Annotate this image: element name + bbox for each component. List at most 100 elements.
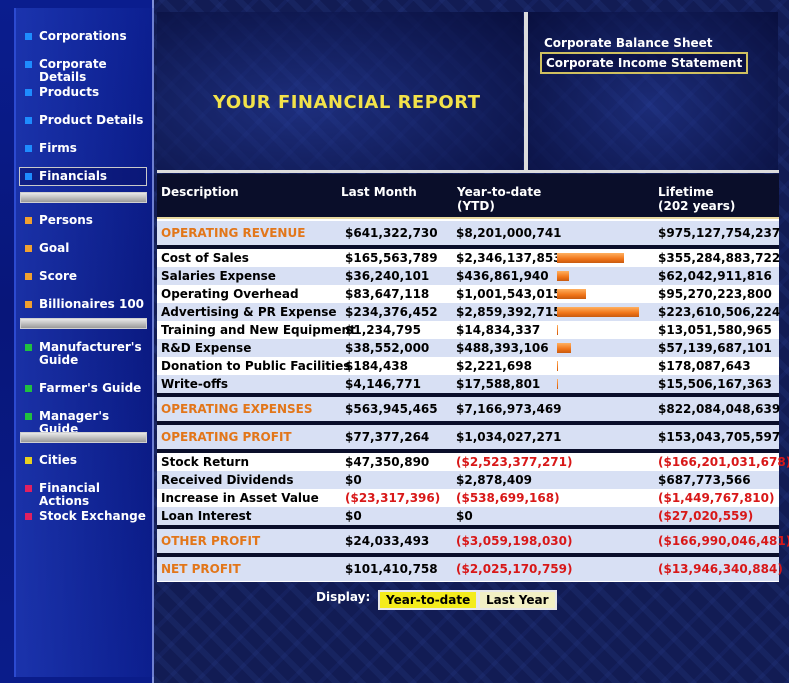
table-header: Description Last Month Year-to-date (YTD…	[157, 174, 779, 219]
bullet-icon	[25, 513, 32, 520]
table-row: Training and New Equipment $1,234,795 $1…	[157, 321, 779, 339]
bullet-icon	[25, 344, 32, 351]
ytd-value: ($3,059,198,030)	[456, 534, 573, 548]
sidebar-item-label: Product Details	[39, 113, 144, 127]
last-month-value: $77,377,264	[345, 430, 430, 444]
table-row: R&D Expense $38,552,000 $488,393,106 $57…	[157, 339, 779, 357]
ytd-value: $1,001,543,015	[456, 287, 562, 301]
last-month-value: $47,350,890	[345, 455, 430, 469]
rule	[157, 217, 779, 219]
sidebar-item-stock-exchange[interactable]: Stock Exchange	[20, 510, 148, 523]
table-row: OPERATING EXPENSES $563,945,465 $7,166,9…	[157, 397, 781, 421]
lifetime-value: $62,042,911,816	[658, 269, 772, 283]
sidebar: Corporations Corporate Details Products …	[0, 0, 156, 683]
row-label: OTHER PROFIT	[161, 534, 261, 548]
sidebar-item-goal[interactable]: Goal	[20, 242, 148, 255]
lifetime-value: $223,610,506,224	[658, 305, 781, 319]
expense-bar	[557, 271, 569, 281]
sidebar-item-score[interactable]: Score	[20, 270, 148, 283]
lifetime-value: $822,084,048,639	[658, 402, 781, 416]
ytd-value: $2,346,137,853	[456, 251, 562, 265]
year-to-date-button[interactable]: Year-to-date	[378, 590, 479, 610]
display-label: Display:	[316, 590, 371, 604]
bullet-icon	[25, 89, 32, 96]
ytd-value: $488,393,106	[456, 341, 549, 355]
expense-bar	[557, 379, 558, 389]
bullet-icon	[25, 301, 32, 308]
table-row: OTHER PROFIT $24,033,493 ($3,059,198,030…	[157, 529, 789, 553]
ytd-value: $14,834,337	[456, 323, 541, 337]
ytd-value: $17,588,801	[456, 377, 541, 391]
sidebar-item-products[interactable]: Products	[20, 86, 148, 99]
sidebar-item-label: Corporations	[39, 29, 127, 43]
report-selector-panel: Corporate Balance Sheet Corporate Income…	[528, 12, 778, 170]
bullet-icon	[25, 217, 32, 224]
ytd-value: $7,166,973,469	[456, 402, 562, 416]
sidebar-item-label: Financials	[39, 169, 108, 183]
row-label: Donation to Public Facilities	[161, 359, 351, 373]
sidebar-item-cities[interactable]: Cities	[20, 454, 148, 467]
main-area: YOUR FINANCIAL REPORT Corporate Balance …	[154, 0, 789, 683]
balance-sheet-link[interactable]: Corporate Balance Sheet	[540, 34, 717, 52]
sidebar-item-label: Farmer's Guide	[39, 381, 142, 395]
last-month-value: $83,647,118	[345, 287, 430, 301]
expense-bar	[557, 343, 571, 353]
sidebar-item-label: Billionaires 100	[39, 297, 145, 311]
sidebar-separator	[20, 192, 147, 203]
lifetime-value: $153,043,705,597	[658, 430, 781, 444]
expense-bar	[557, 361, 558, 371]
bullet-icon	[25, 61, 32, 68]
row-label: OPERATING PROFIT	[161, 430, 292, 444]
lifetime-value: ($166,201,031,678)	[658, 455, 789, 469]
sidebar-item-label: Cities	[39, 453, 78, 467]
table-row: Advertising & PR Expense $234,376,452 $2…	[157, 303, 781, 321]
sidebar-item-billionaires[interactable]: Billionaires 100	[20, 298, 148, 311]
sidebar-item-financial-actions[interactable]: Financial Actions	[20, 482, 148, 508]
ytd-value: $2,859,392,715	[456, 305, 562, 319]
row-label: Write-offs	[161, 377, 229, 391]
table-row: Salaries Expense $36,240,101 $436,861,94…	[157, 267, 779, 285]
col-header-lifetime-line2: (202 years)	[658, 199, 736, 213]
bullet-icon	[25, 385, 32, 392]
divider	[157, 170, 779, 173]
sidebar-item-manufacturers-guide[interactable]: Manufacturer's Guide	[20, 341, 148, 367]
last-year-button[interactable]: Last Year	[478, 590, 557, 610]
bullet-icon	[25, 145, 32, 152]
last-month-value: $101,410,758	[345, 562, 438, 576]
sidebar-item-corporations[interactable]: Corporations	[20, 30, 148, 43]
col-header-lifetime-line1: Lifetime	[658, 185, 714, 199]
table-row: Increase in Asset Value ($23,317,396) ($…	[157, 489, 779, 507]
col-header-last-month: Last Month	[341, 185, 417, 199]
ytd-value: $8,201,000,741	[456, 226, 562, 240]
lifetime-value: $13,051,580,965	[658, 323, 772, 337]
last-month-value: $24,033,493	[345, 534, 430, 548]
income-statement-table: Description Last Month Year-to-date (YTD…	[157, 174, 789, 582]
col-header-ytd-line1: Year-to-date	[457, 185, 542, 199]
lifetime-value: $355,284,883,722	[658, 251, 781, 265]
row-label: R&D Expense	[161, 341, 252, 355]
sidebar-item-product-details[interactable]: Product Details	[20, 114, 148, 127]
last-month-value: $38,552,000	[345, 341, 430, 355]
lifetime-value: $15,506,167,363	[658, 377, 772, 391]
ytd-value: $2,878,409	[456, 473, 532, 487]
ytd-value: ($2,523,377,271)	[456, 455, 573, 469]
bullet-icon	[25, 273, 32, 280]
expense-bar	[557, 289, 586, 299]
row-label: Loan Interest	[161, 509, 252, 523]
sidebar-item-farmers-guide[interactable]: Farmer's Guide	[20, 382, 148, 395]
sidebar-item-label: Persons	[39, 213, 93, 227]
sidebar-item-label: Stock Exchange	[39, 509, 146, 523]
bullet-icon	[25, 245, 32, 252]
col-header-ytd-line2: (YTD)	[457, 199, 495, 213]
table-row: Loan Interest $0 $0 ($27,020,559)	[157, 507, 779, 525]
sidebar-item-firms[interactable]: Firms	[20, 142, 148, 155]
col-header-ytd: Year-to-date (YTD)	[457, 185, 541, 213]
lifetime-value: ($27,020,559)	[658, 509, 754, 523]
sidebar-item-corporate-details[interactable]: Corporate Details	[20, 58, 148, 84]
lifetime-value: $687,773,566	[658, 473, 751, 487]
last-month-value: $184,438	[345, 359, 409, 373]
col-header-lifetime: Lifetime (202 years)	[658, 185, 735, 213]
sidebar-item-persons[interactable]: Persons	[20, 214, 148, 227]
income-statement-link[interactable]: Corporate Income Statement	[540, 52, 749, 74]
sidebar-item-financials[interactable]: Financials	[19, 167, 147, 186]
